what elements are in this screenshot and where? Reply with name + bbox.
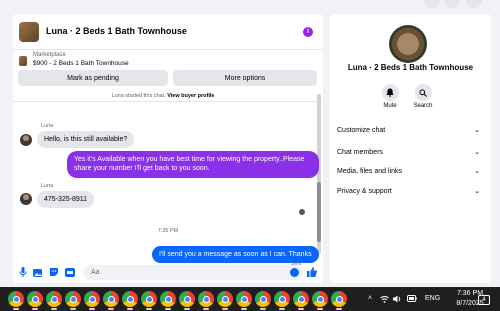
chrome-icon[interactable]	[84, 291, 100, 310]
view-buyer-profile-link[interactable]: View buyer profile	[167, 93, 214, 99]
chrome-icon[interactable]	[312, 291, 328, 310]
chevron-up-icon[interactable]: ˄	[368, 295, 372, 302]
chrome-icon[interactable]	[255, 291, 271, 310]
emoji-icon[interactable]	[290, 268, 299, 277]
chrome-icon[interactable]	[236, 291, 252, 310]
listing-title[interactable]: $900 - 2 Beds 1 Bath Townhouse	[33, 60, 129, 67]
listing-thumbnail[interactable]	[19, 56, 27, 66]
notification-center-button[interactable]: 4	[478, 295, 490, 305]
message-list[interactable]: Luna started this chat. View buyer profi…	[13, 90, 323, 267]
marketplace-label: Marketplace	[33, 52, 66, 58]
image-icon[interactable]	[33, 267, 43, 277]
mark-as-pending-button[interactable]: Mark as pending	[18, 70, 168, 86]
chrome-icon[interactable]	[65, 291, 81, 310]
message-bubble-outgoing[interactable]: Yes it's Available when you have best ti…	[67, 151, 319, 178]
chrome-icon[interactable]	[331, 291, 347, 310]
message-bubble-incoming[interactable]: 475-325-8911	[37, 191, 95, 209]
sender-name: Luna	[41, 183, 54, 189]
bell-icon	[386, 88, 394, 97]
conversation-info-panel: Luna · 2 Beds 1 Bath Townhouse Mute Sear…	[330, 14, 491, 283]
sender-name: Luna	[41, 123, 54, 129]
like-icon[interactable]	[307, 267, 317, 277]
chevron-down-icon: ⌄	[474, 188, 480, 195]
volume-icon[interactable]	[393, 295, 402, 303]
chrome-icon[interactable]	[293, 291, 309, 310]
gif-icon[interactable]	[65, 267, 75, 277]
section-privacy-support[interactable]: Privacy & support ⌄	[337, 184, 480, 198]
chat-pane: Luna · 2 Beds 1 Bath Townhouse i Marketp…	[13, 14, 323, 283]
seen-indicator-avatar	[299, 209, 305, 215]
top-strip	[0, 0, 500, 10]
profile-button[interactable]	[466, 0, 482, 8]
chrome-icon[interactable]	[8, 291, 24, 310]
chrome-icon[interactable]	[274, 291, 290, 310]
sticker-icon[interactable]	[49, 267, 59, 277]
battery-icon[interactable]	[407, 295, 417, 302]
section-chat-members[interactable]: Chat members ⌄	[337, 145, 480, 159]
composer-bar	[13, 262, 323, 283]
chevron-down-icon: ⌄	[474, 149, 480, 156]
chat-title[interactable]: Luna · 2 Beds 1 Bath Townhouse	[46, 26, 187, 36]
info-icon[interactable]: i	[303, 27, 313, 37]
panel-avatar[interactable]	[389, 25, 427, 63]
chrome-icon[interactable]	[179, 291, 195, 310]
message-bubble-incoming[interactable]: Hello, is this still available?	[37, 131, 135, 149]
search-icon	[419, 88, 427, 97]
notifications-button[interactable]	[444, 0, 460, 8]
message-timestamp: 7:35 PM	[157, 228, 179, 234]
chevron-down-icon: ⌄	[474, 168, 480, 175]
chrome-icon[interactable]	[160, 291, 176, 310]
section-media-files-links[interactable]: Media, files and links ⌄	[337, 164, 480, 178]
chrome-icon[interactable]	[198, 291, 214, 310]
chat-avatar[interactable]	[19, 22, 39, 42]
menu-button[interactable]	[424, 0, 440, 8]
chevron-down-icon: ⌄	[474, 127, 480, 134]
search-label: Search	[413, 103, 433, 109]
chrome-icon[interactable]	[141, 291, 157, 310]
chat-started-notice: Luna started this chat. View buyer profi…	[111, 93, 215, 99]
avatar[interactable]	[20, 134, 32, 146]
more-options-button[interactable]: More options	[173, 70, 317, 86]
panel-title: Luna · 2 Beds 1 Bath Townhouse	[347, 63, 474, 72]
chrome-icon[interactable]	[46, 291, 62, 310]
chat-header: Luna · 2 Beds 1 Bath Townhouse i	[13, 14, 323, 50]
search-button[interactable]: Search	[403, 84, 443, 109]
language-indicator[interactable]: ENG	[425, 295, 440, 302]
section-customize-chat[interactable]: Customize chat ⌄	[337, 123, 480, 137]
chrome-icon[interactable]	[217, 291, 233, 310]
wifi-icon[interactable]	[380, 295, 389, 303]
chrome-icon[interactable]	[103, 291, 119, 310]
taskbar: ˄ ENG 7:36 PM 8/7/2025 4	[0, 287, 500, 311]
chrome-icon[interactable]	[27, 291, 43, 310]
avatar[interactable]	[20, 193, 32, 205]
chrome-icon[interactable]	[122, 291, 138, 310]
message-input[interactable]	[83, 265, 303, 280]
mic-icon[interactable]	[18, 267, 28, 277]
